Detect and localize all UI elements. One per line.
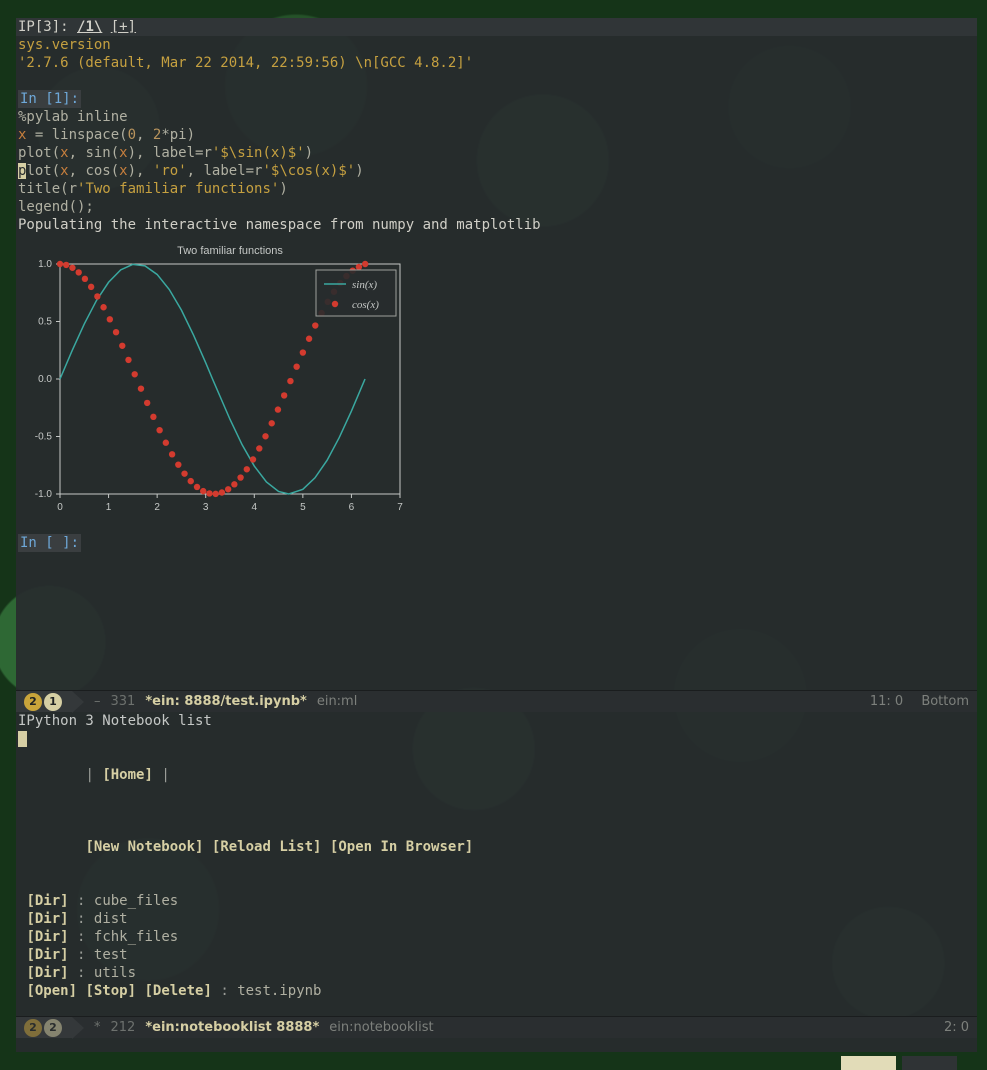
- notebook-pane[interactable]: IP[3]: /1\ [+] sys.version '2.7.6 (defau…: [16, 18, 977, 690]
- ml2-cursor-pos: 2: 0: [930, 1020, 969, 1035]
- svg-text:4: 4: [252, 502, 258, 513]
- cell1-stdout: Populating the interactive namespace fro…: [18, 216, 975, 234]
- nbl-reload[interactable]: [Reload List]: [212, 839, 322, 855]
- nbl-delete[interactable]: [Delete]: [144, 983, 211, 999]
- svg-text:-1.0: -1.0: [35, 489, 53, 500]
- svg-text:7: 7: [397, 502, 403, 513]
- nbl-file-row: [Open] [Stop] [Delete] : test.ipynb: [18, 982, 975, 1000]
- ml1-badge2: 1: [44, 693, 62, 711]
- nbl-dir-tag[interactable]: [Dir]: [26, 947, 68, 963]
- tab-active[interactable]: /1\: [77, 19, 102, 35]
- ml1-badge1: 2: [24, 693, 42, 711]
- svg-text:5: 5: [300, 502, 306, 513]
- svg-text:6: 6: [349, 502, 355, 513]
- cell1-prompt: In [1]:: [18, 90, 81, 108]
- svg-text:0: 0: [57, 502, 63, 513]
- nbl-dir-tag[interactable]: [Dir]: [26, 911, 68, 927]
- cell1-line2[interactable]: x = linspace(0, 2*pi): [18, 126, 975, 144]
- cell1-line3[interactable]: plot(x, sin(x), label=r'$\sin(x)$'): [18, 144, 975, 162]
- nbl-dir-name[interactable]: dist: [94, 911, 128, 927]
- nbl-dir-row: [Dir] : test: [18, 946, 975, 964]
- nbl-stop[interactable]: [Stop]: [85, 983, 136, 999]
- cell0-output: '2.7.6 (default, Mar 22 2014, 22:59:56) …: [18, 54, 975, 72]
- svg-text:3: 3: [203, 502, 209, 513]
- nbl-home[interactable]: [Home]: [102, 767, 153, 783]
- nbl-dir-row: [Dir] : cube_files: [18, 892, 975, 910]
- nbl-dir-tag[interactable]: [Dir]: [26, 929, 68, 945]
- ml2-badge2: 2: [44, 1019, 62, 1037]
- nbl-dir-tag[interactable]: [Dir]: [26, 893, 68, 909]
- modeline-top: 2 1 – 331 *ein: 8888/test.ipynb* ein:ml …: [16, 690, 977, 712]
- nbl-dir-name[interactable]: fchk_files: [94, 929, 178, 945]
- minibuffer[interactable]: [16, 1038, 977, 1052]
- nbl-new[interactable]: [New Notebook]: [85, 839, 203, 855]
- nbl-dir-row: [Dir] : fchk_files: [18, 928, 975, 946]
- emacs-frame: IP[3]: /1\ [+] sys.version '2.7.6 (defau…: [16, 18, 977, 1052]
- svg-text:Two familiar functions: Two familiar functions: [177, 245, 283, 257]
- modeline-bottom: 2 2 * 212 *ein:notebooklist 8888* ein:no…: [16, 1016, 977, 1038]
- nbl-open[interactable]: [Open]: [26, 983, 77, 999]
- taskbar: [841, 1056, 957, 1070]
- cell1-line1[interactable]: %pylab inline: [18, 108, 975, 126]
- ml2-badge1: 2: [24, 1019, 42, 1037]
- cell2-prompt[interactable]: In [ ]:: [18, 534, 81, 552]
- nbl-dir-row: [Dir] : utils: [18, 964, 975, 982]
- plot-output: Two familiar functions 0 1 2 3 4 5 6 7 -1.0 -0.5 0.…: [18, 234, 975, 528]
- svg-text:0.5: 0.5: [38, 317, 52, 328]
- chart-svg: Two familiar functions 0 1 2 3 4 5 6 7 -1.0 -0.5 0.…: [20, 240, 410, 520]
- nbl-title: IPython 3 Notebook list: [18, 712, 975, 730]
- nbl-dir-tag[interactable]: [Dir]: [26, 965, 68, 981]
- notebooklist-pane[interactable]: IPython 3 Notebook list | [Home] | [New …: [16, 712, 977, 1016]
- tab-strip: IP[3]: /1\ [+]: [16, 18, 977, 36]
- svg-text:2: 2: [154, 502, 160, 513]
- svg-text:1.0: 1.0: [38, 259, 52, 270]
- nbl-browser[interactable]: [Open In Browser]: [330, 839, 473, 855]
- taskbar-item[interactable]: [841, 1056, 896, 1070]
- nbl-file-name[interactable]: test.ipynb: [237, 983, 321, 999]
- ml2-mode: ein:notebooklist: [329, 1019, 433, 1037]
- nbl-dir-name[interactable]: cube_files: [94, 893, 178, 909]
- ml1-cursor-pos: 11: 0: [856, 694, 903, 709]
- cell0-code[interactable]: sys.version: [18, 36, 975, 54]
- cell1-line4[interactable]: plot(x, cos(x), 'ro', label=r'$\cos(x)$'…: [18, 162, 975, 180]
- ml2-buffer-name[interactable]: *ein:notebooklist 8888*: [145, 1019, 319, 1037]
- nbl-cursor: [18, 731, 27, 747]
- svg-text:cos(x): cos(x): [352, 299, 379, 311]
- cell1-line6[interactable]: legend();: [18, 198, 975, 216]
- taskbar-item[interactable]: [902, 1056, 957, 1070]
- tab-add[interactable]: [+]: [111, 19, 136, 35]
- nbl-actions: [New Notebook] [Reload List] [Open In Br…: [18, 820, 975, 874]
- ml1-buffer-name[interactable]: *ein: 8888/test.ipynb*: [145, 693, 307, 711]
- nbl-dir-row: [Dir] : dist: [18, 910, 975, 928]
- svg-text:-0.5: -0.5: [35, 432, 53, 443]
- nbl-dir-name[interactable]: utils: [94, 965, 136, 981]
- svg-text:1: 1: [106, 502, 112, 513]
- cell1-line5[interactable]: title(r'Two familiar functions'): [18, 180, 975, 198]
- svg-text:sin(x): sin(x): [352, 279, 377, 291]
- tab-prefix: IP[3]:: [18, 19, 77, 35]
- ml1-mode: ein:ml: [317, 693, 358, 711]
- ml1-scroll: Bottom: [907, 694, 969, 709]
- svg-text:0.0: 0.0: [38, 374, 52, 385]
- nbl-dir-name[interactable]: test: [94, 947, 128, 963]
